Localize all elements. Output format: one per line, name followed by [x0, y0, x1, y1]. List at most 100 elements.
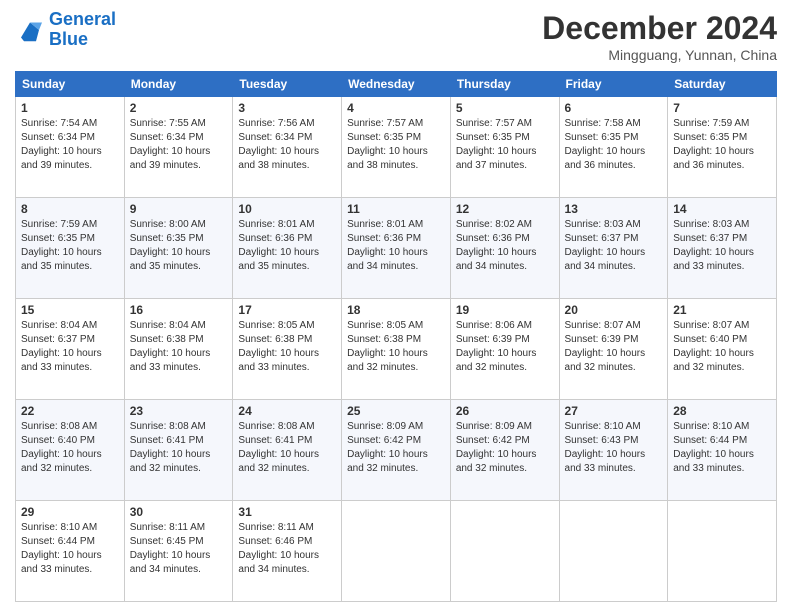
sunset-label: Sunset: 6:36 PM	[238, 233, 312, 244]
header: General Blue December 2024 Mingguang, Yu…	[15, 10, 777, 63]
table-row: 28 Sunrise: 8:10 AM Sunset: 6:44 PM Dayl…	[668, 400, 777, 501]
sunrise-label: Sunrise: 8:08 AM	[238, 421, 314, 432]
table-row: 10 Sunrise: 8:01 AM Sunset: 6:36 PM Dayl…	[233, 198, 342, 299]
day-info: Sunrise: 8:04 AM Sunset: 6:37 PM Dayligh…	[21, 319, 119, 375]
table-row: 19 Sunrise: 8:06 AM Sunset: 6:39 PM Dayl…	[450, 299, 559, 400]
table-row: 9 Sunrise: 8:00 AM Sunset: 6:35 PM Dayli…	[124, 198, 233, 299]
col-saturday: Saturday	[668, 72, 777, 97]
daylight-label: Daylight: 10 hours and 33 minutes.	[565, 449, 646, 474]
sunset-label: Sunset: 6:40 PM	[673, 334, 747, 345]
day-info: Sunrise: 7:55 AM Sunset: 6:34 PM Dayligh…	[130, 117, 228, 173]
day-number: 8	[21, 202, 119, 216]
table-row: 15 Sunrise: 8:04 AM Sunset: 6:37 PM Dayl…	[16, 299, 125, 400]
table-row: 21 Sunrise: 8:07 AM Sunset: 6:40 PM Dayl…	[668, 299, 777, 400]
table-row: 25 Sunrise: 8:09 AM Sunset: 6:42 PM Dayl…	[342, 400, 451, 501]
daylight-label: Daylight: 10 hours and 33 minutes.	[673, 449, 754, 474]
day-number: 30	[130, 505, 228, 519]
col-sunday: Sunday	[16, 72, 125, 97]
daylight-label: Daylight: 10 hours and 34 minutes.	[565, 247, 646, 272]
day-number: 26	[456, 404, 554, 418]
day-info: Sunrise: 8:08 AM Sunset: 6:41 PM Dayligh…	[238, 420, 336, 476]
table-row: 31 Sunrise: 8:11 AM Sunset: 6:46 PM Dayl…	[233, 501, 342, 602]
sunset-label: Sunset: 6:38 PM	[347, 334, 421, 345]
daylight-label: Daylight: 10 hours and 38 minutes.	[238, 146, 319, 171]
day-number: 15	[21, 303, 119, 317]
table-row	[450, 501, 559, 602]
day-number: 16	[130, 303, 228, 317]
day-info: Sunrise: 8:01 AM Sunset: 6:36 PM Dayligh…	[347, 218, 445, 274]
daylight-label: Daylight: 10 hours and 35 minutes.	[130, 247, 211, 272]
table-row: 12 Sunrise: 8:02 AM Sunset: 6:36 PM Dayl…	[450, 198, 559, 299]
day-number: 21	[673, 303, 771, 317]
day-info: Sunrise: 8:02 AM Sunset: 6:36 PM Dayligh…	[456, 218, 554, 274]
sunset-label: Sunset: 6:37 PM	[565, 233, 639, 244]
table-row	[668, 501, 777, 602]
day-info: Sunrise: 8:10 AM Sunset: 6:44 PM Dayligh…	[673, 420, 771, 476]
daylight-label: Daylight: 10 hours and 32 minutes.	[565, 348, 646, 373]
logo-line2: Blue	[49, 29, 88, 49]
day-number: 22	[21, 404, 119, 418]
day-info: Sunrise: 7:59 AM Sunset: 6:35 PM Dayligh…	[673, 117, 771, 173]
logo-line1: General	[49, 9, 116, 29]
sunset-label: Sunset: 6:44 PM	[21, 536, 95, 547]
day-number: 24	[238, 404, 336, 418]
col-wednesday: Wednesday	[342, 72, 451, 97]
day-number: 19	[456, 303, 554, 317]
sunrise-label: Sunrise: 8:08 AM	[21, 421, 97, 432]
sunrise-label: Sunrise: 8:11 AM	[238, 522, 313, 533]
day-info: Sunrise: 8:10 AM Sunset: 6:43 PM Dayligh…	[565, 420, 663, 476]
table-row: 16 Sunrise: 8:04 AM Sunset: 6:38 PM Dayl…	[124, 299, 233, 400]
sunrise-label: Sunrise: 8:02 AM	[456, 219, 532, 230]
day-info: Sunrise: 8:01 AM Sunset: 6:36 PM Dayligh…	[238, 218, 336, 274]
daylight-label: Daylight: 10 hours and 39 minutes.	[130, 146, 211, 171]
sunset-label: Sunset: 6:41 PM	[130, 435, 204, 446]
table-row: 26 Sunrise: 8:09 AM Sunset: 6:42 PM Dayl…	[450, 400, 559, 501]
sunset-label: Sunset: 6:39 PM	[456, 334, 530, 345]
day-info: Sunrise: 8:05 AM Sunset: 6:38 PM Dayligh…	[347, 319, 445, 375]
day-number: 4	[347, 101, 445, 115]
day-info: Sunrise: 8:08 AM Sunset: 6:41 PM Dayligh…	[130, 420, 228, 476]
month-title: December 2024	[542, 10, 777, 47]
table-row	[342, 501, 451, 602]
sunrise-label: Sunrise: 7:56 AM	[238, 118, 314, 129]
day-number: 23	[130, 404, 228, 418]
sunrise-label: Sunrise: 7:55 AM	[130, 118, 206, 129]
sunrise-label: Sunrise: 8:04 AM	[21, 320, 97, 331]
day-number: 1	[21, 101, 119, 115]
day-info: Sunrise: 7:56 AM Sunset: 6:34 PM Dayligh…	[238, 117, 336, 173]
day-info: Sunrise: 8:06 AM Sunset: 6:39 PM Dayligh…	[456, 319, 554, 375]
sunset-label: Sunset: 6:37 PM	[21, 334, 95, 345]
daylight-label: Daylight: 10 hours and 32 minutes.	[21, 449, 102, 474]
page: General Blue December 2024 Mingguang, Yu…	[0, 0, 792, 612]
sunrise-label: Sunrise: 8:04 AM	[130, 320, 206, 331]
day-number: 14	[673, 202, 771, 216]
calendar-row: 8 Sunrise: 7:59 AM Sunset: 6:35 PM Dayli…	[16, 198, 777, 299]
day-info: Sunrise: 8:07 AM Sunset: 6:39 PM Dayligh…	[565, 319, 663, 375]
table-row: 11 Sunrise: 8:01 AM Sunset: 6:36 PM Dayl…	[342, 198, 451, 299]
calendar-header-row: Sunday Monday Tuesday Wednesday Thursday…	[16, 72, 777, 97]
calendar: Sunday Monday Tuesday Wednesday Thursday…	[15, 71, 777, 602]
sunset-label: Sunset: 6:35 PM	[565, 132, 639, 143]
sunset-label: Sunset: 6:35 PM	[673, 132, 747, 143]
day-number: 13	[565, 202, 663, 216]
day-info: Sunrise: 7:59 AM Sunset: 6:35 PM Dayligh…	[21, 218, 119, 274]
table-row: 8 Sunrise: 7:59 AM Sunset: 6:35 PM Dayli…	[16, 198, 125, 299]
sunrise-label: Sunrise: 8:01 AM	[238, 219, 314, 230]
table-row: 14 Sunrise: 8:03 AM Sunset: 6:37 PM Dayl…	[668, 198, 777, 299]
sunset-label: Sunset: 6:38 PM	[238, 334, 312, 345]
daylight-label: Daylight: 10 hours and 32 minutes.	[456, 348, 537, 373]
table-row: 22 Sunrise: 8:08 AM Sunset: 6:40 PM Dayl…	[16, 400, 125, 501]
day-info: Sunrise: 7:57 AM Sunset: 6:35 PM Dayligh…	[347, 117, 445, 173]
daylight-label: Daylight: 10 hours and 35 minutes.	[21, 247, 102, 272]
sunset-label: Sunset: 6:34 PM	[130, 132, 204, 143]
day-number: 6	[565, 101, 663, 115]
day-info: Sunrise: 8:09 AM Sunset: 6:42 PM Dayligh…	[347, 420, 445, 476]
sunrise-label: Sunrise: 7:59 AM	[21, 219, 97, 230]
day-info: Sunrise: 8:07 AM Sunset: 6:40 PM Dayligh…	[673, 319, 771, 375]
sunset-label: Sunset: 6:42 PM	[456, 435, 530, 446]
sunset-label: Sunset: 6:36 PM	[456, 233, 530, 244]
table-row: 6 Sunrise: 7:58 AM Sunset: 6:35 PM Dayli…	[559, 97, 668, 198]
table-row: 30 Sunrise: 8:11 AM Sunset: 6:45 PM Dayl…	[124, 501, 233, 602]
sunset-label: Sunset: 6:35 PM	[456, 132, 530, 143]
daylight-label: Daylight: 10 hours and 34 minutes.	[130, 550, 211, 575]
